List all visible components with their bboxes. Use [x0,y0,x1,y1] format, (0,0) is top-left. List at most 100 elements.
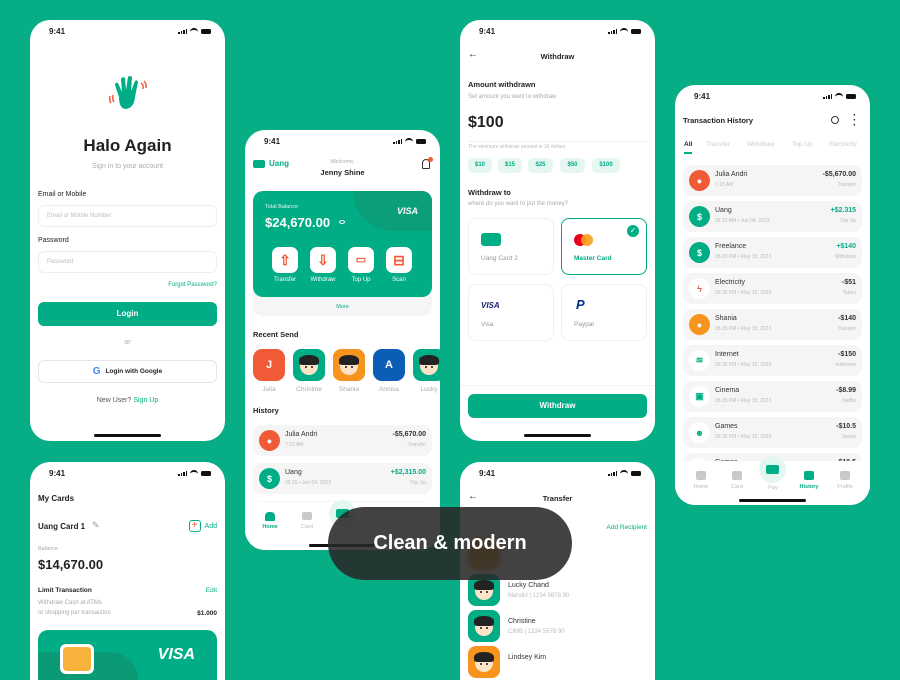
withdraw-screen: 9:41 ← Withdraw Amount withdrawn Set amo… [460,20,655,441]
recent-contact-avatar[interactable]: A [373,349,405,381]
add-recipient-link[interactable]: Add Recipient [607,524,647,531]
edit-pencil-icon[interactable]: ✎ [92,520,100,531]
eye-icon[interactable] [339,220,345,224]
transaction-category: Token [842,290,856,296]
limit-desc-2: or shopping per transaction [38,610,111,616]
nav-card[interactable]: Card [294,512,320,530]
transaction-amount: -$8.99 [836,387,856,394]
google-icon: G [92,366,101,377]
amount-chip[interactable]: $15 [498,158,522,173]
recent-contact-name: Shania [338,386,360,393]
transaction-amount: +$2,315.00 [390,469,426,476]
recent-contact-avatar[interactable]: J [253,349,285,381]
transaction-row[interactable]: ☻ Games 05.35 PM • May 15, 2023 -$10.5 S… [683,417,862,448]
transaction-time: 05.35 PM • May 15, 2023 [715,398,772,404]
transaction-row[interactable]: ≋ Internet 05.35 PM • May 15, 2023 -$150… [683,345,862,376]
transaction-category: Steam [841,434,856,440]
transaction-category: Netflix [842,398,856,404]
nav-profile[interactable]: Profile [827,471,863,490]
limit-value: $1.000 [197,610,217,617]
tab-electricity[interactable]: Electricity [829,141,857,148]
transaction-row[interactable]: $ Uang 09.15 AM • Jun 04, 2023 +$2.315 T… [683,201,862,232]
transaction-row[interactable]: ● Shania 05.35 PM • May 15, 2023 -$140 T… [683,309,862,340]
wallet-icon [481,233,501,246]
notification-bell-icon[interactable] [422,157,433,169]
tab-top-up[interactable]: Top Up [792,141,813,148]
transaction-row[interactable]: $ Freelance 05.20 PM • May 15, 2023 +$14… [683,237,862,268]
tab-transfer[interactable]: Transfer [706,141,730,148]
scan-action-icon[interactable]: ⊟ [386,247,412,273]
status-icons [178,470,211,476]
top-up-action-icon[interactable]: ▭ [348,247,374,273]
nav-home[interactable]: Home [257,512,283,530]
pay-button[interactable] [759,456,786,483]
recent-contact-name: Annisa [379,386,399,393]
google-login-button[interactable]: G Login with Google [38,360,217,383]
nav-card-label: Card [301,524,313,530]
transaction-name: Internet [715,351,739,358]
amount-chip[interactable]: $50 [560,158,585,173]
withdraw-to-title: Withdraw to [468,188,511,197]
amount-chip[interactable]: $25 [528,158,553,173]
withdraw-button[interactable]: Withdraw [468,394,647,418]
avatar-face [333,349,365,381]
tab-withdraw[interactable]: Withdraw [747,141,774,148]
email-input[interactable]: Email or Mobile Number [38,205,217,227]
more-vertical-icon[interactable]: · · · [853,111,856,131]
transaction-name: Cinema [715,387,740,394]
add-card-button[interactable]: + Add [188,520,217,532]
transaction-row[interactable]: ϟ Electricity 05.35 PM • May 15, 2023 -$… [683,273,862,304]
transaction-time: 7.15 AM [715,182,734,188]
home-indicator [94,434,161,437]
nav-card[interactable]: Card [719,471,755,490]
dollar-icon: $ [259,468,280,489]
transaction-row[interactable]: $ Uang 09.15 • Jun 04, 2023 +$2,315.00 T… [253,463,432,494]
welcome-text: Welcome, [330,159,355,165]
recipient-name: Lucky Chand [508,582,549,589]
login-button[interactable]: Login [38,302,217,326]
recent-send-title: Recent Send [253,330,299,339]
nav-label: Card [731,484,743,490]
recent-contact-avatar[interactable] [293,349,325,381]
method-master-card[interactable]: Master Card ✓ [561,218,647,275]
bank-card[interactable]: VISA [38,630,217,680]
amount-chip[interactable]: $100 [592,158,620,173]
method-visa[interactable]: VISA Visa [468,284,554,341]
withdraw-action-icon[interactable]: ⇩ [310,247,336,273]
sign-up-link[interactable]: Sign Up [133,397,158,404]
nav-pay[interactable]: Pay [755,485,791,491]
more-button[interactable]: More [245,304,440,310]
add-label: Add [204,522,217,530]
search-icon[interactable] [831,116,839,124]
transaction-row[interactable]: ● Julia Andri 7.15 AM -$5,670.00 Transfe… [253,425,432,456]
amount-input[interactable]: $100 [468,114,504,132]
home-screen: 9:41 Uang Welcome, Jenny Shine Total Bal… [245,130,440,550]
active-tab-underline [684,152,692,154]
transfer-action-icon[interactable]: ⇧ [272,247,298,273]
nav-label: History [799,484,819,490]
top-up-action-label: Top Up [351,277,371,283]
recent-contact-name: Julia [262,386,276,393]
recent-contact-avatar[interactable] [333,349,365,381]
nav-home-label: Home [262,524,278,530]
edit-limit-link[interactable]: Edit [206,587,217,594]
method-uang-card[interactable]: Uang Card 2 [468,218,554,275]
transaction-row[interactable]: ▣ Cinema 05.35 PM • May 15, 2023 -$8.99 … [683,381,862,412]
balance-label: Balance [38,546,58,552]
amount-chip[interactable]: $10 [468,158,492,173]
visa-logo: VISA [157,646,195,663]
method-label: Uang Card 2 [481,255,518,262]
nav-home[interactable]: Home [683,471,719,490]
forgot-password-link[interactable]: Forgot Password? [168,282,217,288]
nav-history[interactable]: History [791,471,827,490]
method-paypal[interactable]: P Paypal [561,284,647,341]
recent-contact-name: Christine [296,386,322,393]
transaction-amount: +$140 [836,243,856,250]
limit-title: Limit Transaction [38,587,92,594]
my-cards-screen: 9:41 My Cards Uang Card 1 ✎ + Add Balanc… [30,462,225,680]
recent-contact-avatar[interactable] [413,349,440,381]
transaction-row[interactable]: ● Julia Andri 7.15 AM -$5,670.00 Transfe… [683,165,862,196]
total-balance-label: Total Balance [265,204,299,210]
tab-all[interactable]: All [684,141,692,148]
password-input[interactable]: Password [38,251,217,273]
